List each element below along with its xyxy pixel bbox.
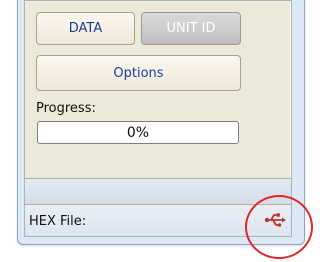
- hex-file-label: HEX File:: [29, 214, 87, 229]
- highlight-circle: [245, 195, 313, 259]
- options-button-label: Options: [113, 65, 164, 81]
- unit-id-button-label: UNIT ID: [166, 21, 216, 36]
- progress-text: 0%: [126, 124, 150, 141]
- progress-bar: 0%: [37, 121, 239, 144]
- control-panel: DATA UNIT ID Options Progress: 0% HEX Fi…: [24, 0, 292, 237]
- progress-label: Progress:: [36, 101, 96, 116]
- options-button[interactable]: Options: [36, 55, 241, 91]
- status-strip: [25, 178, 291, 205]
- data-button-label: DATA: [68, 21, 103, 36]
- data-button[interactable]: DATA: [36, 12, 135, 45]
- unit-id-button[interactable]: UNIT ID: [141, 12, 241, 45]
